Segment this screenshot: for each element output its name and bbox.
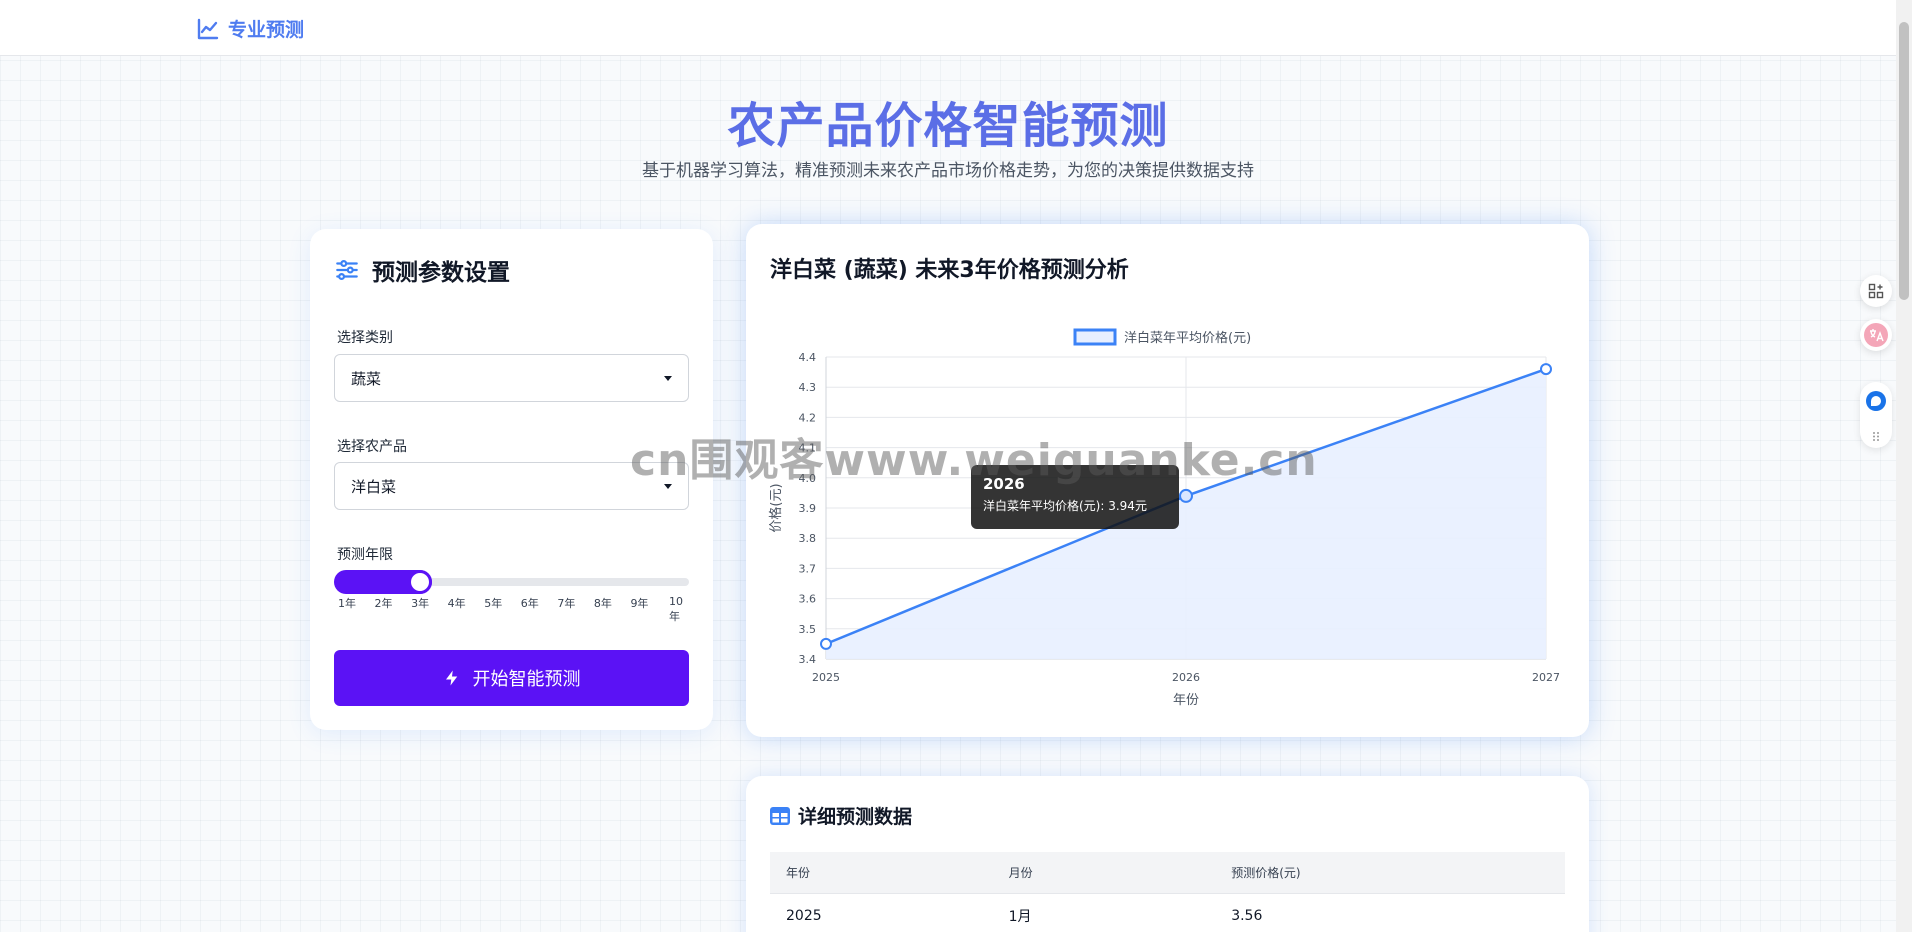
years-tick: 5年 bbox=[484, 597, 503, 610]
apps-icon bbox=[1868, 283, 1884, 299]
table-heading-text: 详细预测数据 bbox=[798, 806, 913, 828]
years-tick: 4年 bbox=[447, 597, 466, 610]
data-point[interactable] bbox=[820, 637, 832, 650]
table-header-row: 年份 月份 预测价格(元) bbox=[770, 852, 1565, 894]
table-header-cell: 月份 bbox=[992, 852, 1216, 894]
product-label: 选择农产品 bbox=[337, 439, 407, 455]
brand-label: 专业预测 bbox=[228, 19, 305, 41]
start-prediction-button[interactable]: 开始智能预测 bbox=[334, 650, 689, 706]
y-axis-label: 价格(元) bbox=[768, 483, 784, 532]
y-tick-label: 3.4 bbox=[799, 653, 817, 666]
top-navbar: 专业预测 bbox=[0, 0, 1896, 56]
y-tick-label: 3.5 bbox=[799, 623, 817, 636]
sliders-icon bbox=[336, 260, 358, 280]
table-header-cell: 年份 bbox=[770, 852, 993, 894]
x-tick-label: 2026 bbox=[1172, 671, 1200, 684]
table-cell: 1月 bbox=[1008, 909, 1032, 925]
years-tick: 6年 bbox=[520, 597, 539, 610]
category-select[interactable]: 蔬菜 bbox=[334, 354, 689, 402]
drag-handle-icon[interactable] bbox=[1873, 426, 1879, 441]
years-tick: 7年 bbox=[557, 597, 576, 610]
start-prediction-label: 开始智能预测 bbox=[472, 669, 581, 690]
years-tick: 8年 bbox=[593, 597, 612, 610]
product-select-value: 洋白菜 bbox=[351, 477, 397, 496]
y-tick-label: 3.9 bbox=[799, 502, 817, 515]
data-point[interactable] bbox=[1540, 363, 1552, 376]
chevron-down-icon bbox=[664, 376, 672, 381]
prediction-table: 年份 月份 预测价格(元) 2025 1月 3.56 bbox=[770, 852, 1565, 932]
years-tick: 2年 bbox=[374, 597, 393, 610]
page-scrollbar-thumb[interactable] bbox=[1899, 22, 1909, 300]
params-heading: 预测参数设置 bbox=[334, 253, 510, 287]
y-tick-label: 3.6 bbox=[799, 593, 817, 606]
page-title: 农产品价格智能预测 bbox=[727, 98, 1169, 154]
trend-chart-icon bbox=[197, 18, 219, 39]
watermark-text: cn围观客www.weiguanke.cn bbox=[630, 435, 1318, 486]
category-select-value: 蔬菜 bbox=[351, 369, 382, 388]
legend-label[interactable]: 洋白菜年平均价格(元) bbox=[1124, 330, 1251, 346]
apps-widget-button[interactable] bbox=[1860, 275, 1892, 307]
years-slider-thumb[interactable] bbox=[408, 570, 433, 594]
legend-swatch[interactable] bbox=[1073, 328, 1117, 346]
translate-widget-button[interactable] bbox=[1860, 319, 1892, 351]
tooltip-body: 洋白菜年平均价格(元): 3.94元 bbox=[983, 499, 1147, 513]
table-icon bbox=[770, 806, 790, 825]
table-cell: 3.56 bbox=[1231, 908, 1263, 924]
assistant-icon[interactable] bbox=[1866, 391, 1886, 411]
table-heading: 详细预测数据 bbox=[770, 802, 912, 829]
y-tick-label: 4.4 bbox=[799, 351, 817, 364]
brand-link[interactable]: 专业预测 bbox=[196, 15, 304, 42]
years-tick: 1年 bbox=[338, 597, 356, 610]
table-header-cell: 预测价格(元) bbox=[1215, 852, 1565, 894]
years-tick: 9年 bbox=[630, 597, 649, 610]
params-heading-text: 预测参数设置 bbox=[372, 260, 510, 286]
table-row: 2025 1月 3.56 bbox=[770, 894, 1565, 932]
detail-data-card: 详细预测数据 年份 月份 预测价格(元) 2025 1月 3.56 bbox=[746, 776, 1589, 932]
lightning-icon bbox=[445, 670, 457, 686]
years-tick: 3年 bbox=[411, 597, 430, 610]
x-axis-label: 年份 bbox=[1173, 693, 1199, 708]
x-tick-label: 2025 bbox=[812, 671, 840, 684]
y-tick-label: 3.7 bbox=[799, 562, 817, 575]
category-label: 选择类别 bbox=[337, 330, 393, 346]
y-tick-label: 3.8 bbox=[799, 532, 817, 545]
page-subtitle: 基于机器学习算法，精准预测未来农产品市场价格走势，为您的决策提供数据支持 bbox=[642, 161, 1254, 181]
years-slider-ticks: 1年 2年 3年 4年 5年 6年 7年 8年 9年 10年 bbox=[334, 595, 689, 623]
y-tick-label: 4.2 bbox=[799, 411, 817, 424]
table-cell: 2025 bbox=[786, 908, 822, 924]
assistant-widget bbox=[1860, 382, 1892, 448]
x-tick-label: 2027 bbox=[1532, 671, 1560, 684]
y-tick-label: 4.3 bbox=[799, 381, 817, 394]
years-tick: 10年 bbox=[669, 595, 683, 623]
data-point[interactable] bbox=[1179, 488, 1193, 503]
years-label: 预测年限 bbox=[337, 547, 393, 563]
translate-icon bbox=[1864, 323, 1888, 347]
